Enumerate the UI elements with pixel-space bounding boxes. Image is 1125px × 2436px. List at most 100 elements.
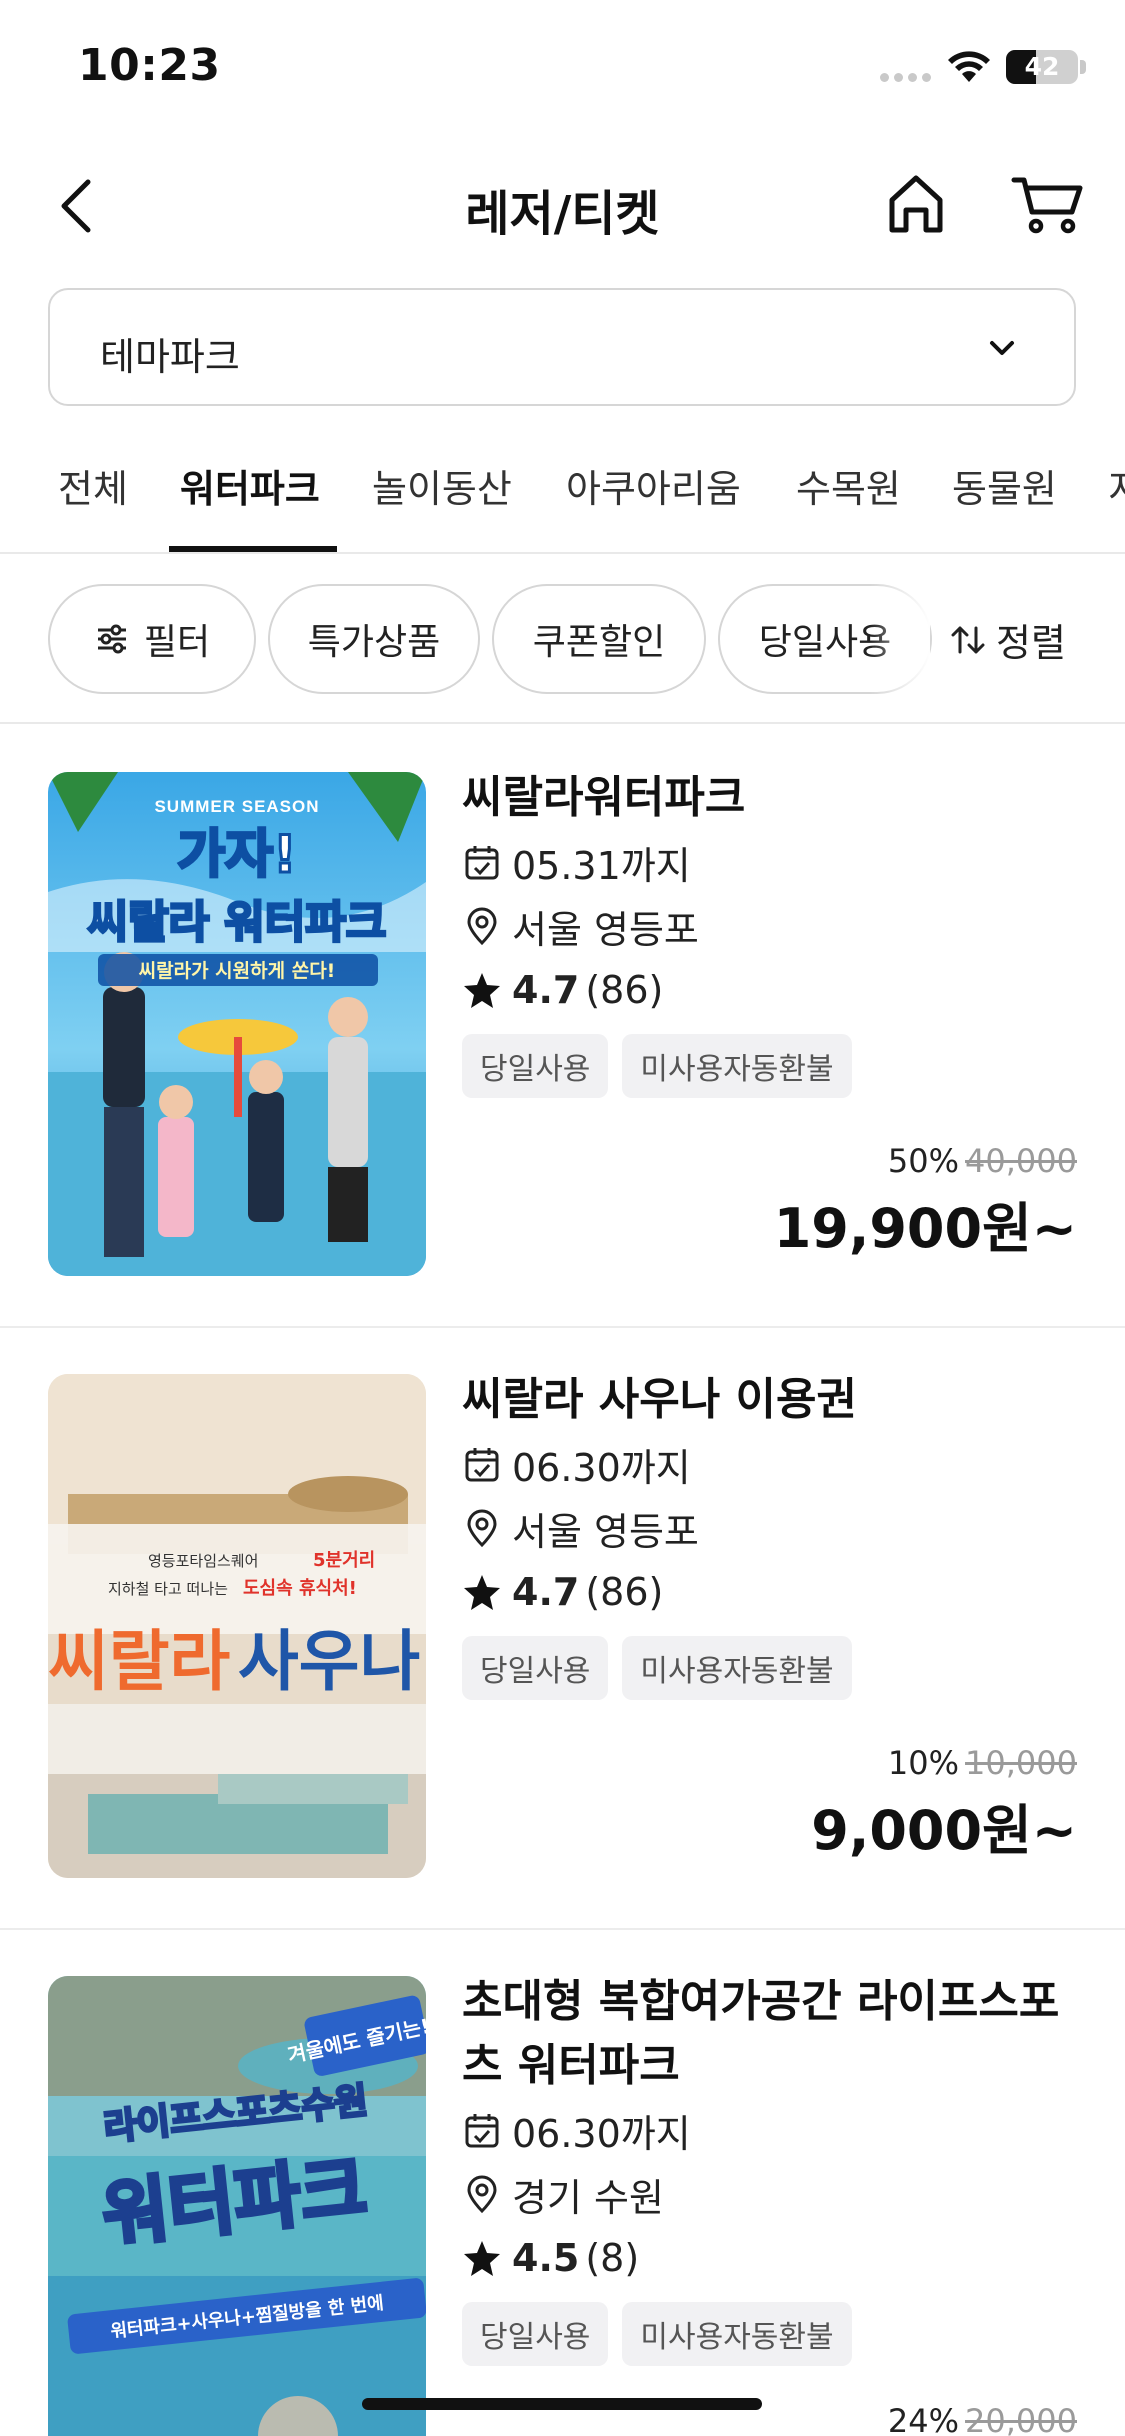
tag-same-day: 당일사용 bbox=[462, 1636, 609, 1700]
poster-season: SUMMER SEASON bbox=[154, 797, 319, 816]
lifesports-poster-image: 겨울에도 즐기는! 라이프스포츠수원 워터파크 워터파크+사우나+찜질방을 한 … bbox=[48, 1976, 426, 2436]
product-review-count: (86) bbox=[585, 968, 664, 1012]
tag-auto-refund: 미사용자동환불 bbox=[622, 1636, 852, 1700]
status-time: 10:23 bbox=[78, 40, 221, 91]
tag-auto-refund: 미사용자동환불 bbox=[622, 2302, 852, 2366]
battery-tip bbox=[1080, 60, 1086, 74]
cart-icon[interactable] bbox=[1010, 168, 1086, 240]
product-rating: 4.5 bbox=[512, 2236, 580, 2280]
product-location: 경기 수원 bbox=[512, 2175, 664, 2220]
product-location: 서울 영등포 bbox=[512, 907, 699, 952]
category-tabs: 전체 워터파크 놀이동산 아쿠아리움 수목원 동물원 지 bbox=[0, 440, 1125, 554]
discount-line: 24% 20,000 bbox=[888, 2402, 1077, 2436]
product-image: 겨울에도 즐기는! 라이프스포츠수원 워터파크 워터파크+사우나+찜질방을 한 … bbox=[48, 1976, 426, 2436]
price-block: 10% 10,000 9,000원~ bbox=[811, 1744, 1077, 1865]
product-name: 씨랄라 사우나 이용권 bbox=[462, 1374, 857, 1425]
original-price: 10,000 bbox=[965, 1744, 1077, 1782]
tab-more[interactable]: 지 bbox=[1108, 458, 1125, 513]
product-info: 씨랄라워터파크 05.31까지 서울 영등포 4.7 (86) 당일사용 미사용… bbox=[462, 766, 1082, 1098]
final-price: 9,000원~ bbox=[811, 1799, 1077, 1862]
location-pin-icon bbox=[467, 2175, 497, 2214]
waterpark-poster-image: SUMMER SEASON 가자! 씨랄라 워터파크 씨랄라가 시원하게 쏜다! bbox=[48, 772, 426, 1276]
discount-rate: 24% bbox=[887, 2402, 960, 2436]
product-info: 초대형 복합여가공간 라이프스포츠 워터파크 06.30까지 경기 수원 4.5… bbox=[462, 1970, 1082, 2366]
product-tags: 당일사용 미사용자동환불 bbox=[462, 1034, 1082, 1098]
category-select-value: 테마파크 bbox=[100, 335, 240, 379]
tab-zoo[interactable]: 동물원 bbox=[952, 458, 1057, 513]
chip-scroll-fade bbox=[870, 576, 930, 704]
tab-all[interactable]: 전체 bbox=[58, 458, 128, 513]
tab-waterpark[interactable]: 워터파크 bbox=[180, 458, 320, 513]
sort-label: 정렬 bbox=[996, 621, 1066, 665]
filter-button[interactable]: 필터 bbox=[48, 584, 256, 694]
poster-line2b: 도심속 휴식처! bbox=[243, 1578, 357, 1599]
screen: 10:23 42 레저/티켓 테마파크 전체 워터파크 놀이동산 아쿠아리움 수… bbox=[0, 0, 1125, 2436]
product-rating: 4.7 bbox=[512, 1570, 580, 1614]
calendar-check-icon bbox=[465, 846, 499, 880]
poster-headline: 가자! bbox=[177, 825, 296, 885]
product-card[interactable]: 겨울에도 즐기는! 라이프스포츠수원 워터파크 워터파크+사우나+찜질방을 한 … bbox=[0, 1930, 1125, 2436]
chevron-down-icon bbox=[990, 341, 1014, 355]
product-rating: 4.7 bbox=[512, 968, 580, 1012]
star-icon bbox=[464, 2241, 500, 2276]
final-price: 19,900원~ bbox=[773, 1197, 1077, 1260]
product-date: 05.31까지 bbox=[512, 843, 691, 888]
battery-level: 42 bbox=[1024, 52, 1060, 81]
active-tab-indicator bbox=[169, 546, 337, 552]
product-location: 서울 영등포 bbox=[512, 1509, 699, 1554]
page-title: 레저/티켓 bbox=[465, 186, 660, 242]
product-date-row: 05.31까지 bbox=[462, 830, 1082, 894]
original-price: 40,000 bbox=[965, 1142, 1077, 1180]
poster-line1b: 5분거리 bbox=[313, 1550, 375, 1571]
discount-rate: 50% bbox=[887, 1142, 960, 1180]
filter-bar: 필터 특가상품 쿠폰할인 당일사용 정렬 bbox=[0, 556, 1125, 724]
tag-same-day: 당일사용 bbox=[462, 2302, 609, 2366]
product-name: 초대형 복합여가공간 라이프스포츠 워터파크 bbox=[462, 1976, 1060, 2091]
product-review-count: (8) bbox=[585, 2236, 640, 2280]
chip-coupon-discount[interactable]: 쿠폰할인 bbox=[492, 584, 706, 694]
product-rating-row: 4.5 (8) bbox=[462, 2226, 1082, 2290]
calendar-check-icon bbox=[465, 1448, 499, 1482]
home-icon[interactable] bbox=[880, 168, 952, 240]
poster-tagline: 씨랄라가 시원하게 쏜다! bbox=[139, 960, 336, 982]
sort-icon bbox=[951, 626, 985, 653]
product-date: 06.30까지 bbox=[512, 1445, 691, 1490]
location-pin-icon bbox=[467, 907, 497, 946]
product-card[interactable]: SUMMER SEASON 가자! 씨랄라 워터파크 씨랄라가 시원하게 쏜다!… bbox=[0, 726, 1125, 1328]
star-icon bbox=[464, 1575, 500, 1610]
cellular-signal-icon bbox=[880, 73, 931, 82]
product-info: 씨랄라 사우나 이용권 06.30까지 서울 영등포 4.7 (86) 당일사용… bbox=[462, 1368, 1082, 1700]
poster-line2a: 지하철 타고 떠나는 bbox=[108, 1580, 228, 1598]
product-location-row: 경기 수원 bbox=[462, 2162, 1082, 2226]
status-bar: 10:23 42 bbox=[0, 0, 1125, 140]
product-review-count: (86) bbox=[585, 1570, 664, 1614]
discount-rate: 10% bbox=[887, 1744, 960, 1782]
product-image: 영등포타임스퀘어 5분거리 지하철 타고 떠나는 도심속 휴식처! 씨랄라 사우… bbox=[48, 1374, 426, 1878]
product-image: SUMMER SEASON 가자! 씨랄라 워터파크 씨랄라가 시원하게 쏜다! bbox=[48, 772, 426, 1276]
filter-icon bbox=[97, 624, 126, 654]
product-location-row: 서울 영등포 bbox=[462, 894, 1082, 958]
poster-brand-b: 사우나 bbox=[238, 1623, 420, 1700]
tab-aquarium[interactable]: 아쿠아리움 bbox=[566, 458, 741, 513]
price-block: 24% 20,000 bbox=[888, 2402, 1077, 2436]
product-date: 06.30까지 bbox=[512, 2111, 691, 2156]
location-pin-icon bbox=[467, 1509, 497, 1548]
poster-brand-a: 씨랄라 bbox=[48, 1623, 230, 1700]
original-price: 20,000 bbox=[965, 2402, 1077, 2436]
tab-arboretum[interactable]: 수목원 bbox=[796, 458, 901, 513]
product-tags: 당일사용 미사용자동환불 bbox=[462, 1636, 1082, 1700]
category-select[interactable]: 테마파크 bbox=[48, 288, 1076, 406]
sort-button[interactable]: 정렬 bbox=[948, 612, 1066, 667]
discount-line: 10% 10,000 bbox=[811, 1744, 1077, 1782]
tag-same-day: 당일사용 bbox=[462, 1034, 609, 1098]
tag-auto-refund: 미사용자동환불 bbox=[622, 1034, 852, 1098]
discount-line: 50% 40,000 bbox=[774, 1142, 1077, 1180]
poster-line1a: 영등포타임스퀘어 bbox=[148, 1552, 258, 1570]
product-card[interactable]: 영등포타임스퀘어 5분거리 지하철 타고 떠나는 도심속 휴식처! 씨랄라 사우… bbox=[0, 1328, 1125, 1930]
product-rating-row: 4.7 (86) bbox=[462, 958, 1082, 1022]
chip-special-deal[interactable]: 특가상품 bbox=[268, 584, 480, 694]
wifi-icon bbox=[948, 51, 990, 82]
tab-amusement-park[interactable]: 놀이동산 bbox=[372, 458, 512, 513]
product-date-row: 06.30까지 bbox=[462, 1432, 1082, 1496]
home-indicator bbox=[362, 2398, 762, 2410]
